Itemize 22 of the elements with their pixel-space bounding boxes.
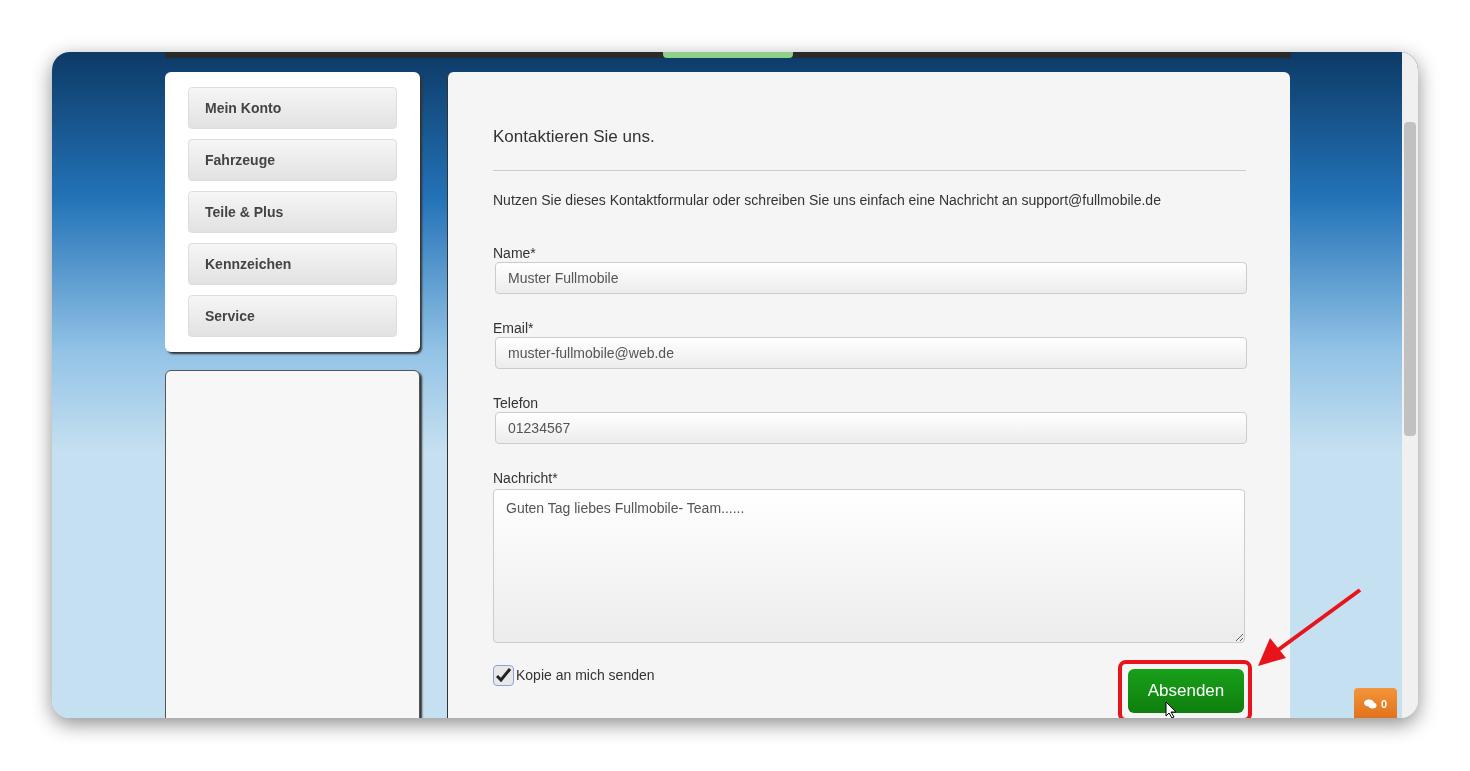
field-label: Nachricht* <box>493 468 559 486</box>
input-field[interactable]: muster-fullmobile@web.de <box>495 336 1247 369</box>
field-label: Email* <box>493 318 535 336</box>
input-field[interactable]: 01234567 <box>495 411 1247 444</box>
checkbox-label: Kopie an mich senden <box>516 665 655 685</box>
chat-count: 0 <box>1380 696 1388 712</box>
menu-item[interactable]: Kennzeichen <box>188 243 397 285</box>
input-field[interactable]: Muster Fullmobile <box>495 261 1247 294</box>
submit-button[interactable]: Absenden <box>1128 668 1244 713</box>
copy-checkbox[interactable] <box>493 664 514 686</box>
menu-item[interactable]: Teile & Plus <box>188 191 397 233</box>
menu-item[interactable]: Mein Konto <box>188 87 397 129</box>
field-label: Telefon <box>493 393 540 411</box>
intro-text: Nutzen Sie dieses Kontaktformular oder schreiben Sie uns einfach eine Nachricht an support@fullmobile.de <box>493 190 1162 210</box>
scrollbar-thumb[interactable] <box>1404 122 1416 436</box>
menu-item[interactable]: Service <box>188 295 397 337</box>
check-icon <box>496 668 511 682</box>
message-field[interactable]: Guten Tag liebes Fullmobile- Team...... <box>493 488 1245 643</box>
field-label: Name* <box>493 243 537 261</box>
menu-item[interactable]: Fahrzeuge <box>188 139 397 181</box>
chat-icon <box>1363 698 1377 710</box>
form-title: Kontaktieren Sie uns. <box>493 126 656 148</box>
